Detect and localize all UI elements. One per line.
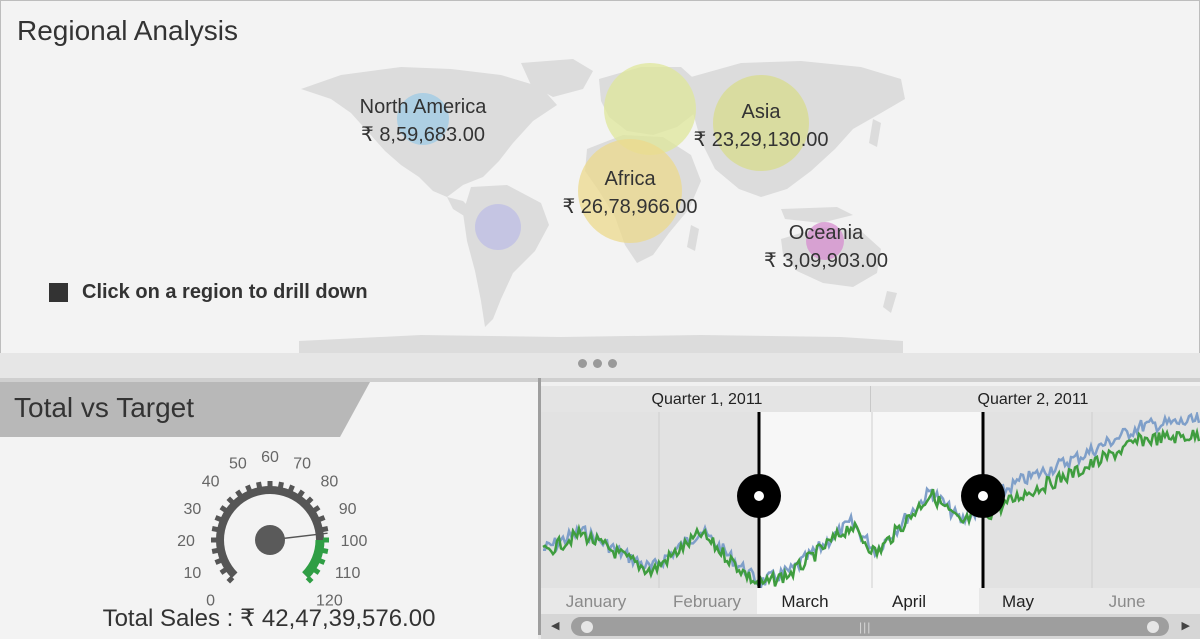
region-label-asia[interactable]: Asia ₹ 23,29,130.00 <box>693 98 828 154</box>
gauge-tick <box>321 526 329 533</box>
gauge-hub <box>255 525 285 555</box>
timeline-chart[interactable] <box>541 412 1200 588</box>
month-label: February <box>672 592 742 611</box>
region-value: ₹ 23,29,130.00 <box>693 129 829 151</box>
gauge-tick <box>219 567 228 575</box>
square-icon <box>49 283 68 302</box>
scroll-thumb-start-handle[interactable] <box>581 621 593 633</box>
splitter-grip-icon[interactable] <box>578 359 617 368</box>
month-label: June <box>1108 592 1146 611</box>
quarter-header: Quarter 1, 2011 Quarter 2, 2011 <box>541 386 1200 412</box>
gauge-scale-label: 90 <box>339 501 357 518</box>
panel-splitter[interactable] <box>0 353 1200 379</box>
quarter-label: Quarter 2, 2011 <box>977 391 1089 408</box>
gauge-scale-label: 110 <box>335 565 361 582</box>
month-label: April <box>891 592 927 611</box>
gauge-tick <box>211 526 219 533</box>
gauge-scale-label: 70 <box>293 455 311 472</box>
region-name: North America <box>359 96 487 118</box>
scroll-left-icon[interactable]: ◀ <box>551 619 559 632</box>
region-label-africa[interactable]: Africa ₹ 26,78,966.00 <box>562 165 697 221</box>
month-label: January <box>565 592 627 611</box>
month-label: March <box>781 592 829 611</box>
gauge-tick <box>226 496 235 505</box>
scroll-thumb[interactable]: ||| <box>571 617 1169 636</box>
gauge-tick <box>297 489 305 498</box>
gauge-tick <box>245 484 253 492</box>
gauge-scale-label: 40 <box>202 474 220 491</box>
regional-analysis-title: Regional Analysis <box>17 15 239 46</box>
gauge-scale-label: 60 <box>261 449 279 466</box>
map-new-zealand <box>883 291 897 313</box>
gauge-tick <box>277 481 284 489</box>
grip-icon[interactable]: ||| <box>859 620 871 634</box>
gauge-scale-label: 30 <box>183 501 201 518</box>
region-label-north-america[interactable]: North America ₹ 8,59,683.00 <box>360 93 487 149</box>
gauge-scale-label: 80 <box>320 474 338 491</box>
gauge-tick <box>287 484 295 492</box>
region-value: ₹ 26,78,966.00 <box>562 196 698 218</box>
gauge-tick <box>305 575 314 584</box>
gauge-tick <box>321 547 329 554</box>
timeline-panel: Quarter 1, 2011 Quarter 2, 2011 January … <box>541 378 1200 639</box>
range-handle-dot <box>978 491 988 501</box>
total-vs-target-panel: Total vs Target 0 10 20 30 40 50 60 70 80 90 100 11… <box>0 378 538 639</box>
region-name: Africa <box>604 168 656 190</box>
gauge-tick <box>305 496 314 505</box>
month-axis: January February March April May June <box>541 588 1200 614</box>
gauge-tick <box>219 505 228 513</box>
map-madagascar <box>687 225 699 251</box>
region-label-oceania[interactable]: Oceania ₹ 3,09,903.00 <box>764 219 888 275</box>
gauge-tick <box>318 557 326 565</box>
total-sales-label: Total Sales : ₹ 42,47,39,576.00 <box>102 605 436 632</box>
map-antarctica <box>299 335 903 353</box>
gauge-scale-label: 100 <box>341 533 368 550</box>
gauge-tick <box>312 505 321 513</box>
region-value: ₹ 8,59,683.00 <box>361 124 485 146</box>
gauge-scale-label: 50 <box>229 455 247 472</box>
month-label: May <box>1001 592 1035 611</box>
quarter-label: Quarter 1, 2011 <box>651 391 763 408</box>
timeline-scrollbar[interactable]: ◀ ||| ▶ <box>541 614 1200 639</box>
region-name: Oceania <box>788 222 864 244</box>
region-value: ₹ 3,09,903.00 <box>764 250 888 272</box>
gauge-tick <box>256 481 263 489</box>
gauge-tick <box>318 515 326 523</box>
gauge-tick <box>226 575 235 584</box>
scroll-right-icon[interactable]: ▶ <box>1182 619 1190 632</box>
map-japan <box>869 119 881 147</box>
region-name: Asia <box>741 101 781 123</box>
drill-down-hint: Click on a region to drill down <box>49 281 368 304</box>
gauge-scale-label: 10 <box>183 565 201 582</box>
gauge-scale-label: 20 <box>177 533 195 550</box>
range-handle-dot <box>754 491 764 501</box>
gauge-tick <box>211 547 219 554</box>
gauge-tick <box>312 567 321 575</box>
drill-down-hint-text: Click on a region to drill down <box>82 281 368 303</box>
bubble-south-america[interactable] <box>475 204 521 250</box>
gauge-tick <box>235 489 243 498</box>
scroll-thumb-end-handle[interactable] <box>1147 621 1159 633</box>
gauge-tick <box>214 557 222 565</box>
gauge-tick <box>214 515 222 523</box>
regional-analysis-panel: Regional Analysis North America ₹ 8,59,6… <box>0 0 1200 354</box>
sales-gauge: 01020304050 60 708090100110120 <box>177 449 368 609</box>
